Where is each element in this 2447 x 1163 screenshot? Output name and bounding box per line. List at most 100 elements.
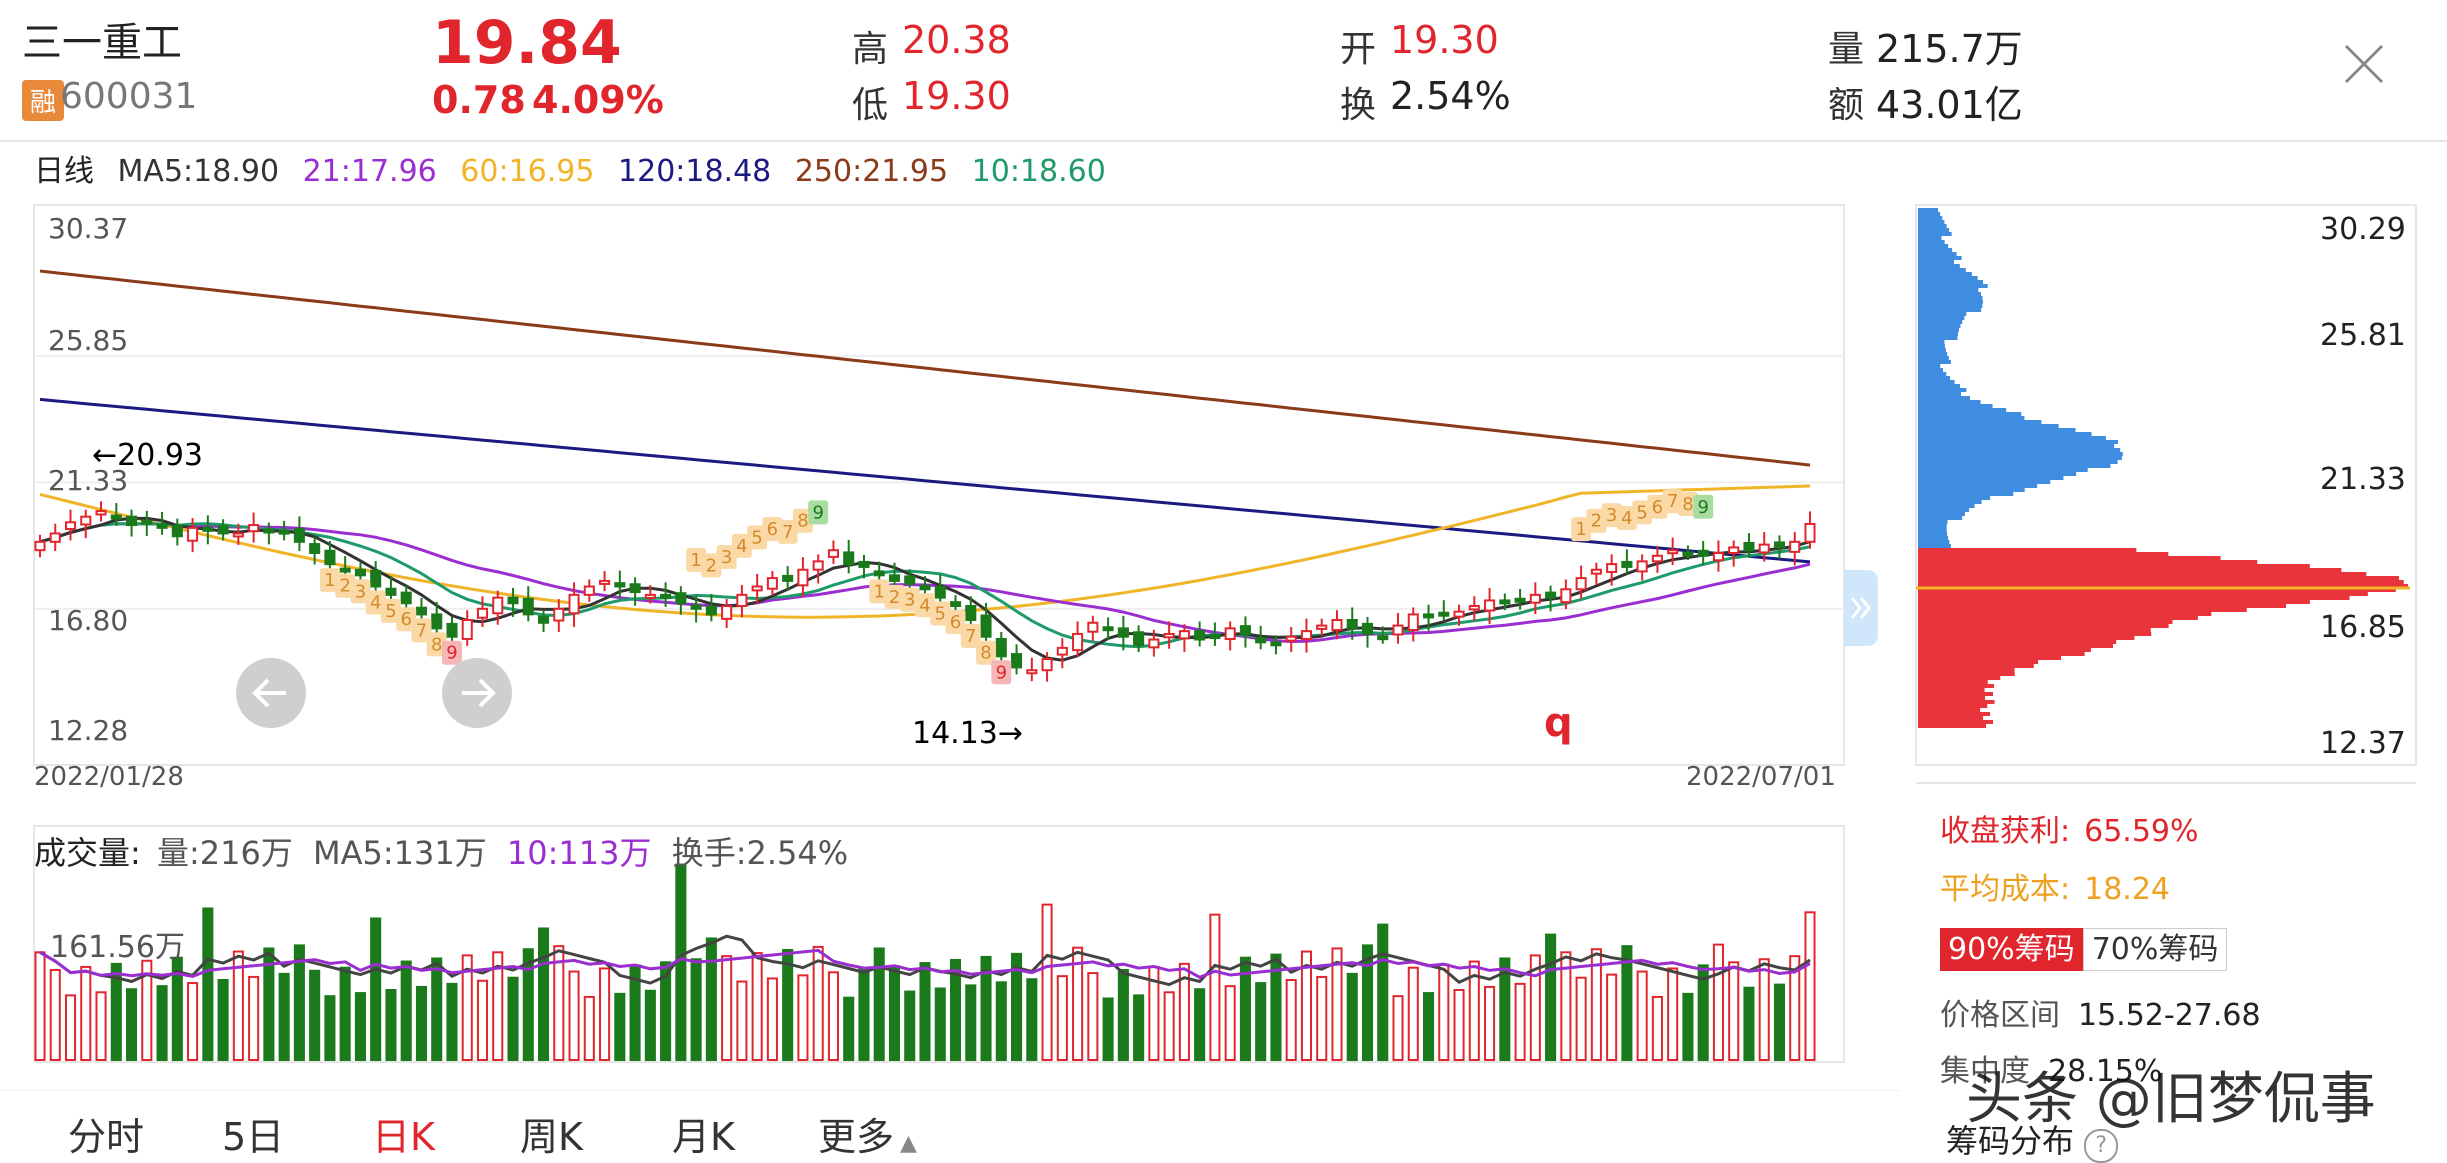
tab-daily-k[interactable]: 日K: [372, 1106, 435, 1161]
candle: [1499, 599, 1511, 605]
volume-bar: [507, 976, 519, 1062]
chip-70-button[interactable]: 70%筹码: [2082, 928, 2228, 971]
candle: [1239, 625, 1251, 635]
volume-bar: [95, 991, 107, 1061]
nine-turn-down-digit: 2: [889, 587, 900, 608]
date-start: 2022/01/28: [34, 762, 184, 792]
tab-more[interactable]: 更多 ▲: [818, 1106, 917, 1161]
ma120-line: [39, 397, 1811, 564]
nine-turn-down-digit: 5: [385, 601, 396, 622]
nine-turn-down-digit: 7: [965, 626, 976, 647]
tab-intraday[interactable]: 分时: [68, 1106, 144, 1161]
tab-monthly-k[interactable]: 月K: [672, 1106, 735, 1161]
chip-bar: [1918, 248, 1953, 252]
chip-bar: [1918, 428, 2076, 432]
volume-bar: [599, 967, 611, 1062]
volume-bar: [721, 955, 733, 1062]
volume-bar: [217, 979, 229, 1061]
chip-bar: [1918, 712, 1991, 716]
nine-turn-up-digit: 9: [1697, 497, 1708, 518]
volume-bar: [1026, 978, 1038, 1062]
chip-bar: [1918, 332, 1958, 336]
volume-bar: [1209, 913, 1221, 1061]
candle: [1407, 613, 1419, 632]
chip-bar: [1918, 684, 1995, 688]
chip-bar: [1918, 600, 2310, 604]
chip-bar: [1918, 364, 1941, 368]
chip-bar: [1918, 716, 1984, 720]
volume-bar: [248, 975, 260, 1062]
chip-bar: [1918, 560, 2258, 564]
scroll-right-button[interactable]: [442, 658, 512, 728]
volume-bar: [1041, 903, 1053, 1061]
chip-bar: [1918, 268, 1966, 272]
nine-turn-up-digit: 9: [812, 502, 823, 523]
candle: [415, 606, 428, 616]
candle: [492, 596, 504, 615]
chip-bar: [1918, 704, 1988, 708]
profit-value: 65.59%: [2084, 814, 2199, 849]
chip-bar: [1918, 288, 1979, 292]
candle: [1056, 646, 1068, 656]
candle: [1163, 632, 1175, 639]
chip-bar: [1918, 616, 2198, 620]
tab-weekly-k[interactable]: 周K: [520, 1106, 583, 1161]
expand-panel-handle[interactable]: [1844, 570, 1878, 646]
candle: [1575, 577, 1587, 591]
candle: [1300, 630, 1313, 640]
candle: [980, 614, 992, 638]
tab-5day[interactable]: 5日: [222, 1106, 284, 1161]
nine-turn-up-digit: 1: [1575, 519, 1586, 540]
nine-turn-up-digit: 6: [767, 519, 778, 540]
chip-bar: [1918, 532, 1948, 536]
chip-90-button[interactable]: 90%筹码: [1940, 928, 2083, 971]
chip-bar: [1918, 284, 1988, 288]
nine-turn-down-digit: 2: [339, 576, 350, 597]
chip-tick: 21.33: [2320, 462, 2406, 497]
chip-bar: [1918, 264, 1960, 268]
volume-bar: [873, 947, 885, 1062]
price-tick: 12.28: [48, 714, 129, 747]
candle: [858, 560, 870, 568]
candle: [141, 519, 153, 525]
price-tick: 30.37: [48, 212, 129, 245]
volume-bar: [690, 958, 702, 1062]
candle: [553, 607, 565, 622]
volume-bar: [446, 982, 458, 1061]
nine-turn-up-digit: 6: [1652, 497, 1663, 518]
chip-bar: [1918, 516, 1963, 520]
candle: [1453, 610, 1465, 618]
candle: [599, 579, 611, 585]
candle: [1026, 669, 1038, 675]
chip-bar: [1918, 620, 2173, 624]
volume-bar: [1407, 966, 1419, 1062]
chip-bar: [1918, 444, 2115, 448]
candle: [736, 593, 748, 608]
arrow-left-icon: [252, 678, 286, 708]
chip-bar: [1918, 504, 1975, 508]
candle: [1590, 568, 1602, 575]
scroll-left-button[interactable]: [236, 658, 306, 728]
volume-bar: [537, 927, 550, 1062]
volume-bar: [904, 990, 916, 1061]
chip-bar: [1918, 236, 1942, 240]
volume-bar: [187, 982, 199, 1061]
volume-bar: [568, 970, 580, 1061]
chip-bar: [1918, 400, 1981, 404]
candle: [400, 591, 412, 605]
chip-bar: [1918, 432, 2092, 436]
candle: [797, 568, 809, 587]
kline-chart[interactable]: 1 2 34 5 678 91 2 3 4 5 67891 2 34 5 6 78 91 2 3 4 5 6 7 8 9: [0, 0, 2447, 1163]
chip-bar: [1918, 320, 1963, 324]
candle: [339, 567, 351, 573]
candle: [202, 526, 214, 532]
nine-turn-down-digit: 4: [919, 595, 930, 616]
volume-bar: [888, 965, 901, 1062]
chip-bar: [1918, 696, 1986, 700]
volume-bar: [202, 907, 214, 1062]
volume-bar: [415, 985, 428, 1062]
volume-axis-tick: 161.56万: [50, 930, 185, 965]
candle: [1697, 549, 1709, 557]
volume-bar: [1117, 969, 1129, 1061]
volume-bar: [1163, 991, 1175, 1061]
